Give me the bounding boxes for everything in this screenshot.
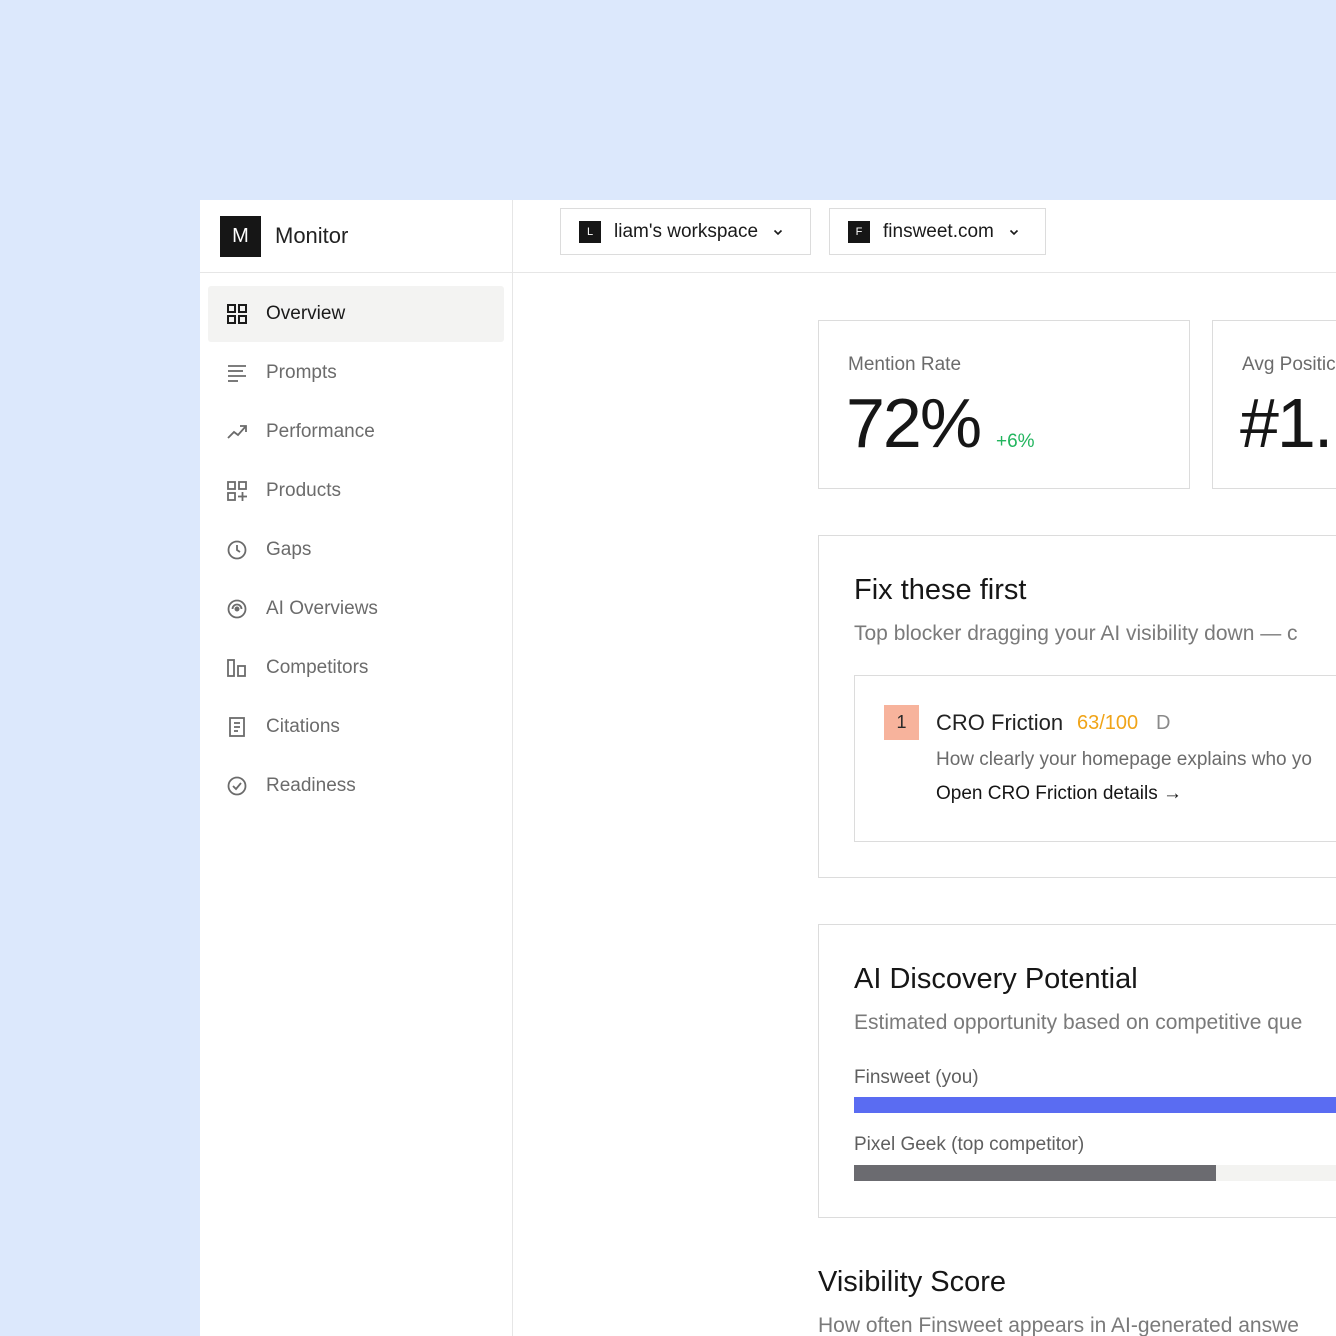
bar-track — [854, 1097, 1336, 1113]
fix-first-card: Fix these first Top blocker dragging you… — [818, 535, 1336, 878]
issue-details-link[interactable]: Open CRO Friction details → — [936, 783, 1182, 805]
sidebar-item-label: Readiness — [266, 775, 356, 796]
issue-item: 1 CRO Friction 63/100 D How clearly your… — [854, 675, 1336, 842]
sidebar-item-readiness[interactable]: Readiness — [208, 758, 504, 814]
sidebar-item-gaps[interactable]: Gaps — [208, 522, 504, 578]
sidebar: M Monitor Overview Prompts Performance P… — [200, 200, 513, 1336]
sidebar-item-label: Gaps — [266, 539, 312, 560]
site-selector[interactable]: F finsweet.com — [829, 208, 1046, 255]
bar-fill — [854, 1097, 1336, 1113]
sidebar-item-performance[interactable]: Performance — [208, 404, 504, 460]
metric-label: Avg Positic — [1242, 354, 1336, 375]
sidebar-item-label: Citations — [266, 716, 340, 737]
trending-up-icon — [226, 421, 248, 443]
section-title: Fix these first — [854, 574, 1027, 606]
sidebar-item-label: Prompts — [266, 362, 337, 383]
document-icon — [226, 716, 248, 738]
radar-icon — [226, 598, 248, 620]
workspace-selector[interactable]: L liam's workspace — [560, 208, 811, 255]
sidebar-item-prompts[interactable]: Prompts — [208, 345, 504, 401]
site-label: finsweet.com — [883, 220, 994, 242]
mention-rate-card: Mention Rate 72% +6% — [818, 320, 1190, 489]
brand-logo[interactable]: M — [220, 215, 261, 257]
discovery-card: AI Discovery Potential Estimated opportu… — [818, 924, 1336, 1218]
bar-track — [854, 1165, 1336, 1181]
brand-name: Monitor — [275, 223, 349, 248]
bar-label: Pixel Geek (top competitor) — [854, 1134, 1085, 1155]
sidebar-item-label: AI Overviews — [266, 598, 378, 619]
issue-rank: 1 — [884, 705, 919, 740]
grid-icon — [226, 303, 248, 325]
bar-label: Finsweet (you) — [854, 1067, 979, 1088]
metric-delta: +6% — [996, 431, 1035, 452]
sidebar-item-label: Overview — [266, 303, 346, 324]
sidebar-item-overview[interactable]: Overview — [208, 286, 504, 342]
bars-icon — [226, 657, 248, 679]
sidebar-item-label: Performance — [266, 421, 375, 442]
sidebar-item-label: Competitors — [266, 657, 369, 678]
issue-description: How clearly your homepage explains who y… — [936, 749, 1312, 770]
issue-score: 63/100 — [1077, 712, 1139, 734]
metric-value: 72% — [846, 384, 982, 462]
workspace-badge: L — [579, 220, 601, 243]
brand: M Monitor — [200, 200, 512, 273]
chevron-down-icon — [773, 229, 783, 235]
lines-icon — [226, 362, 248, 384]
section-subtitle: Top blocker dragging your AI visibility … — [854, 622, 1298, 645]
sidebar-item-products[interactable]: Products — [208, 463, 504, 519]
workspace-label: liam's workspace — [614, 220, 759, 242]
visibility-subtitle: How often Finsweet appears in AI-generat… — [818, 1314, 1299, 1336]
visibility-title: Visibility Score — [818, 1266, 1007, 1298]
metric-label: Mention Rate — [848, 354, 962, 375]
app-window: M Monitor Overview Prompts Performance P… — [200, 200, 1336, 1336]
issue-grade: D — [1156, 712, 1171, 734]
check-circle-icon — [226, 775, 248, 797]
sidebar-item-citations[interactable]: Citations — [208, 699, 504, 755]
topbar: L liam's workspace F finsweet.com — [513, 200, 1336, 273]
site-badge: F — [848, 220, 870, 243]
metric-value: #1. — [1240, 384, 1333, 462]
section-subtitle: Estimated opportunity based on competiti… — [854, 1011, 1303, 1034]
grid-plus-icon — [226, 480, 248, 502]
sidebar-item-label: Products — [266, 480, 341, 501]
bar-fill — [854, 1165, 1217, 1181]
chevron-down-icon — [1009, 229, 1018, 235]
avg-position-card: Avg Positic #1. — [1212, 320, 1336, 489]
sidebar-item-ai-overviews[interactable]: AI Overviews — [208, 581, 504, 637]
issue-title: CRO Friction — [936, 710, 1064, 735]
sidebar-nav: Overview Prompts Performance Products Ga… — [200, 273, 512, 814]
sidebar-item-competitors[interactable]: Competitors — [208, 640, 504, 696]
clock-icon — [226, 539, 248, 561]
section-title: AI Discovery Potential — [854, 963, 1138, 995]
